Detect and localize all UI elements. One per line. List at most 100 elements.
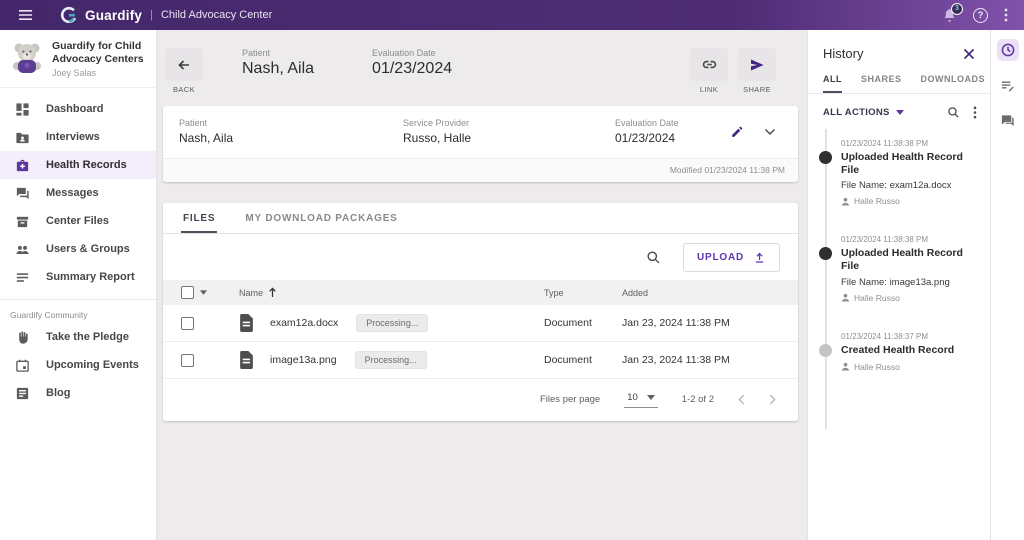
files-card: FILES MY DOWNLOAD PACKAGES UPLOAD Name T… xyxy=(163,203,798,421)
people-icon xyxy=(15,242,31,257)
event-title: Created Health Record xyxy=(841,344,982,357)
event-timestamp: 01/23/2024 11:38:37 PM xyxy=(841,332,982,341)
record-summary-card: Patient Nash, Aila Service Provider Russ… xyxy=(163,106,798,182)
tab-downloads[interactable]: DOWNLOADS xyxy=(921,74,986,93)
close-history-button[interactable] xyxy=(963,48,975,60)
chat-rail-button[interactable] xyxy=(997,109,1019,131)
notification-badge: 3 xyxy=(951,3,963,15)
sidebar-item-take-the-pledge[interactable]: Take the Pledge xyxy=(0,323,156,351)
sidebar: Guardify for Child Advocacy Centers Joey… xyxy=(0,30,157,540)
sidebar-item-label: Dashboard xyxy=(46,103,103,115)
evaluation-date-value: 01/23/2024 xyxy=(372,60,452,78)
previous-page-button[interactable] xyxy=(738,394,745,405)
sidebar-item-interviews[interactable]: Interviews xyxy=(0,123,156,151)
timeline-event: 01/23/2024 11:38:37 PM Created Health Re… xyxy=(841,332,982,372)
notifications-button[interactable]: 3 xyxy=(942,8,957,23)
event-title: Uploaded Health Record File xyxy=(841,247,982,273)
sidebar-item-health-records[interactable]: Health Records xyxy=(0,151,156,179)
sidebar-item-summary-report[interactable]: Summary Report xyxy=(0,263,156,291)
help-button[interactable]: ? xyxy=(973,8,988,23)
file-name: image13a.png xyxy=(270,354,337,366)
back-button[interactable] xyxy=(165,48,203,81)
row-checkbox[interactable] xyxy=(181,317,194,330)
hamburger-menu-icon[interactable] xyxy=(18,9,33,21)
account-switcher[interactable]: Guardify for Child Advocacy Centers Joey… xyxy=(0,30,156,88)
search-history-button[interactable] xyxy=(947,106,960,119)
sidebar-item-center-files[interactable]: Center Files xyxy=(0,207,156,235)
column-header-type[interactable]: Type xyxy=(544,288,622,298)
copy-link-button[interactable] xyxy=(690,48,728,81)
account-user: Joey Salas xyxy=(52,68,148,78)
sidebar-item-label: Users & Groups xyxy=(46,243,130,255)
sidebar-item-label: Center Files xyxy=(46,215,109,227)
expand-record-button[interactable] xyxy=(764,128,776,136)
search-files-button[interactable] xyxy=(646,250,661,265)
file-type: Document xyxy=(544,354,622,366)
history-clock-icon xyxy=(1000,42,1016,58)
arrow-left-icon xyxy=(176,57,192,73)
tab-files[interactable]: FILES xyxy=(181,203,217,233)
record-modified-timestamp: Modified 01/23/2024 11:38 PM xyxy=(163,158,798,182)
close-icon xyxy=(963,48,975,60)
table-row[interactable]: image13a.png Processing... Document Jan … xyxy=(163,342,798,379)
share-button[interactable] xyxy=(738,48,776,81)
tab-my-download-packages[interactable]: MY DOWNLOAD PACKAGES xyxy=(243,203,399,233)
brand-divider: | xyxy=(150,9,153,21)
history-kebab-menu-icon[interactable] xyxy=(973,106,977,119)
file-added: Jan 23, 2024 11:38 PM xyxy=(622,354,780,366)
files-table-header: Name Type Added xyxy=(163,280,798,305)
field-value: Nash, Aila xyxy=(179,131,403,145)
event-title: Uploaded Health Record File xyxy=(841,151,982,177)
history-rail-button[interactable] xyxy=(997,39,1019,61)
caret-down-icon[interactable] xyxy=(896,110,904,115)
upload-icon xyxy=(753,251,766,264)
main-content: BACK Patient Nash, Aila Evaluation Date … xyxy=(158,30,807,540)
event-timestamp: 01/23/2024 11:38:38 PM xyxy=(841,139,982,148)
edit-record-button[interactable] xyxy=(730,125,744,139)
file-name: exam12a.docx xyxy=(270,317,338,329)
row-checkbox[interactable] xyxy=(181,354,194,367)
file-type: Document xyxy=(544,317,622,329)
table-row[interactable]: exam12a.docx Processing... Document Jan … xyxy=(163,305,798,342)
dashboard-icon xyxy=(15,102,31,117)
person-icon xyxy=(841,362,850,371)
select-options-caret-icon[interactable] xyxy=(200,290,207,295)
evaluation-date-label: Evaluation Date xyxy=(372,48,452,58)
page-header: BACK Patient Nash, Aila Evaluation Date … xyxy=(158,30,807,94)
tab-all[interactable]: ALL xyxy=(823,74,842,93)
column-header-name[interactable]: Name xyxy=(239,287,544,298)
page-size-select[interactable]: 10 xyxy=(624,390,658,408)
sidebar-item-messages[interactable]: Messages xyxy=(0,179,156,207)
select-all-checkbox[interactable] xyxy=(181,286,194,299)
sidebar-item-label: Health Records xyxy=(46,159,127,171)
field-label: Evaluation Date xyxy=(615,118,730,128)
column-header-added[interactable]: Added xyxy=(622,288,780,298)
sidebar-item-dashboard[interactable]: Dashboard xyxy=(0,95,156,123)
account-name: Guardify for Child Advocacy Centers xyxy=(52,40,148,66)
sidebar-item-label: Interviews xyxy=(46,131,100,143)
history-tabs: ALL SHARES DOWNLOADS xyxy=(808,61,990,94)
chevron-left-icon xyxy=(738,394,745,405)
upload-button[interactable]: UPLOAD xyxy=(683,243,780,272)
kebab-menu-icon[interactable] xyxy=(1004,8,1008,22)
report-lines-icon xyxy=(15,270,31,285)
app-title: Child Advocacy Center xyxy=(161,9,272,21)
timeline-line xyxy=(825,129,827,429)
sidebar-item-users-groups[interactable]: Users & Groups xyxy=(0,235,156,263)
files-per-page-label: Files per page xyxy=(540,394,600,405)
brand-name: Guardify xyxy=(85,8,142,23)
tab-shares[interactable]: SHARES xyxy=(861,74,902,93)
sidebar-item-label: Summary Report xyxy=(46,271,135,283)
sidebar-item-upcoming-events[interactable]: Upcoming Events xyxy=(0,351,156,379)
all-actions-filter[interactable]: ALL ACTIONS xyxy=(823,107,890,118)
sidebar-item-label: Take the Pledge xyxy=(46,331,129,343)
next-page-button[interactable] xyxy=(769,394,776,405)
files-toolbar: UPLOAD xyxy=(163,234,798,280)
blog-icon xyxy=(15,386,31,401)
page-range: 1-2 of 2 xyxy=(682,394,714,405)
notes-rail-button[interactable] xyxy=(997,74,1019,96)
sidebar-item-label: Messages xyxy=(46,187,99,199)
pencil-icon xyxy=(730,125,744,139)
sidebar-item-blog[interactable]: Blog xyxy=(0,379,156,407)
utility-rail xyxy=(990,30,1024,540)
